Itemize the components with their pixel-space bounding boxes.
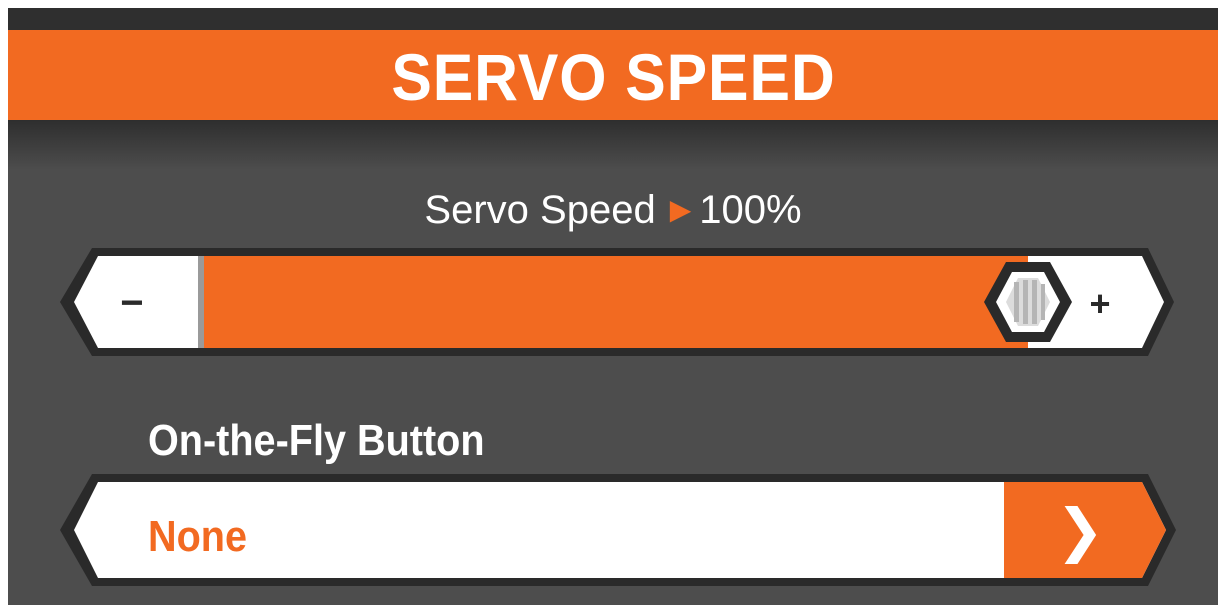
- servo-speed-label: Servo Speed: [424, 188, 656, 232]
- increase-button[interactable]: +: [1089, 283, 1110, 324]
- thumb-grip-line: [1032, 280, 1037, 324]
- chevron-right-icon: ❯: [1056, 496, 1105, 564]
- value-arrow-icon: ▶: [669, 194, 692, 225]
- slider-fill: [198, 256, 1028, 348]
- servo-speed-screen: SERVO SPEED Servo Speed ▶ 100% − + On-th…: [0, 0, 1226, 605]
- content-panel: Servo Speed ▶ 100% − + On-the-Fly Button…: [8, 120, 1218, 605]
- servo-speed-slider[interactable]: − +: [8, 246, 1218, 358]
- title-bar: SERVO SPEED: [8, 30, 1218, 120]
- thumb-grip-line: [1014, 282, 1019, 322]
- thumb-grip-line: [1041, 284, 1045, 320]
- on-the-fly-value: None: [148, 512, 247, 561]
- servo-speed-readout: Servo Speed ▶ 100%: [8, 186, 1218, 234]
- top-status-strip: [8, 8, 1218, 32]
- page-title: SERVO SPEED: [390, 40, 836, 114]
- slider-min-divider: [198, 256, 204, 348]
- header-shadow: [8, 120, 1218, 170]
- servo-speed-value: 100%: [699, 188, 802, 232]
- thumb-grip-line: [1023, 280, 1028, 324]
- decrease-button[interactable]: −: [120, 281, 143, 325]
- on-the-fly-label: On-the-Fly Button: [148, 416, 485, 465]
